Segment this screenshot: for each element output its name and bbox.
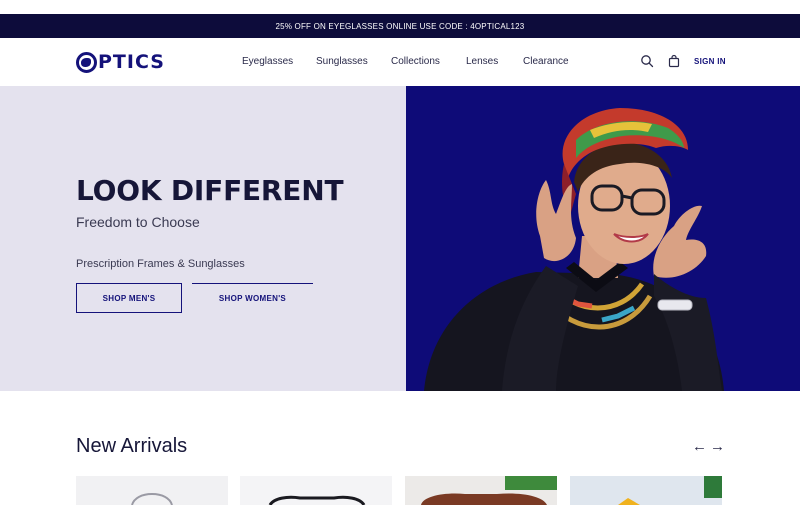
promo-text: 25% OFF ON EYEGLASSES ONLINE USE CODE : … <box>275 21 525 31</box>
nav-link-eyeglasses[interactable]: Eyeglasses <box>242 56 293 67</box>
hero-subline: Prescription Frames & Sunglasses <box>76 258 245 270</box>
logo[interactable]: PTICS <box>76 51 165 73</box>
search-icon[interactable] <box>640 54 654 68</box>
product-image <box>421 476 557 505</box>
product-image <box>131 492 173 505</box>
product-card[interactable] <box>240 476 392 505</box>
hero-text-panel <box>0 86 406 391</box>
shop-womens-button[interactable]: SHOP WOMEN'S <box>192 283 313 313</box>
sign-in-link[interactable]: SIGN IN <box>694 57 726 66</box>
nav-link-lenses[interactable]: Lenses <box>466 56 498 67</box>
product-card[interactable] <box>570 476 722 505</box>
nav-link-collections[interactable]: Collections <box>391 56 440 67</box>
arrow-right-icon[interactable]: → <box>710 438 725 455</box>
nav-link-clearance[interactable]: Clearance <box>523 56 569 67</box>
arrow-left-icon[interactable]: ← <box>692 438 707 455</box>
top-navigation: PTICS Eyeglasses Sunglasses Collections … <box>0 38 800 86</box>
product-card[interactable] <box>405 476 557 505</box>
woman-with-glasses-illustration <box>424 108 724 391</box>
hero-tagline: Freedom to Choose <box>76 214 200 230</box>
promo-banner: 25% OFF ON EYEGLASSES ONLINE USE CODE : … <box>0 14 800 38</box>
product-image <box>618 476 722 505</box>
new-arrivals-title: New Arrivals <box>76 435 188 457</box>
product-image <box>268 495 366 505</box>
logo-text: PTICS <box>98 51 165 73</box>
logo-globe-icon <box>76 51 97 73</box>
nav-link-sunglasses[interactable]: Sunglasses <box>316 56 368 67</box>
hero-headline: LOOK DIFFERENT <box>76 174 344 207</box>
hero-image <box>406 86 800 391</box>
shopping-bag-icon[interactable] <box>667 54 681 68</box>
product-card[interactable] <box>76 476 228 505</box>
shop-mens-button[interactable]: SHOP MEN'S <box>76 283 182 313</box>
